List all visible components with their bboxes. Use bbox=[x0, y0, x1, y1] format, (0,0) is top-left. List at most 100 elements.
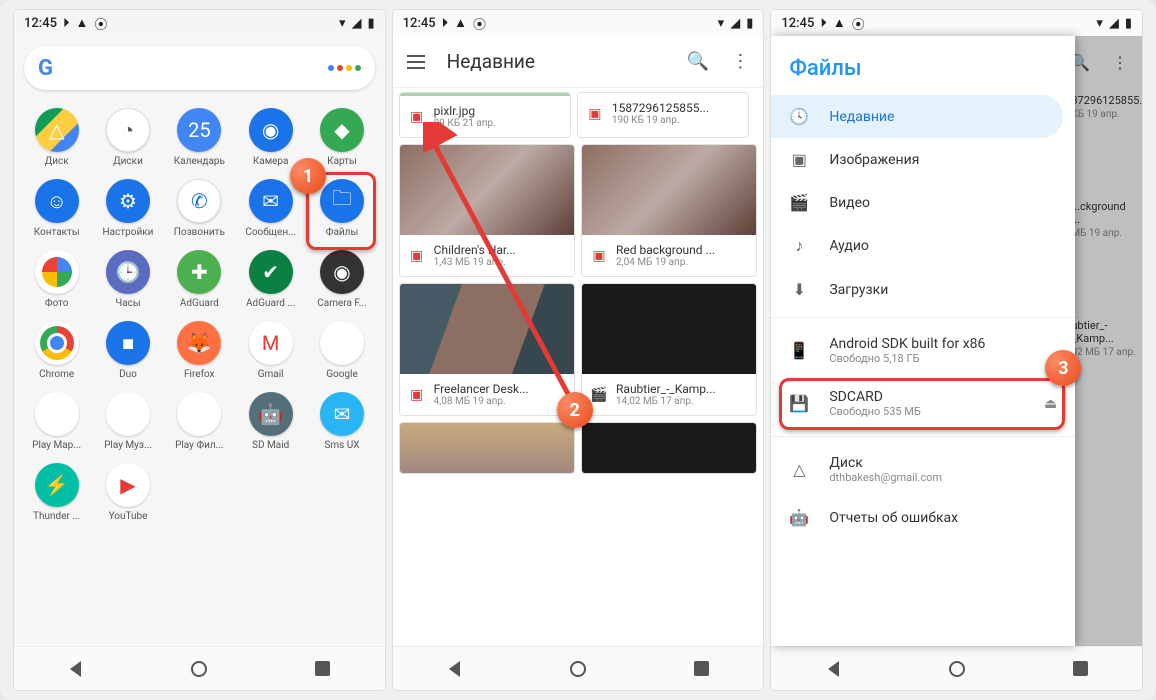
phone-files-drawer: 12:45 ⏵ ▲ ⦿ ▾ ◢ ▮ 🔍 ⋮ 37296125855...КБ 1… bbox=[771, 10, 1142, 690]
drawer-item-internal-storage[interactable]: 📱 Android SDK built for x86Свободно 5,18… bbox=[771, 324, 1075, 377]
drawer-item-recent[interactable]: 🕓 Недавние bbox=[771, 95, 1063, 138]
app-icon: ▶ bbox=[35, 392, 79, 436]
drawer-item-audio[interactable]: ♪ Аудио bbox=[771, 224, 1075, 268]
file-info: 2,04 МБ 19 апр. bbox=[616, 257, 748, 268]
app-icon: ♪ bbox=[106, 392, 150, 436]
battery-icon: ▮ bbox=[1125, 16, 1132, 31]
app-camera-f-[interactable]: ◉Camera F... bbox=[309, 250, 374, 309]
status-time: 12:45 bbox=[781, 16, 814, 31]
nav-bar bbox=[771, 646, 1142, 690]
drawer-item-drive[interactable]: △ Дискdthbakesh@gmail.com bbox=[771, 443, 1075, 496]
callout-number-2: 2 bbox=[557, 392, 593, 428]
file-card[interactable]: ▣ Children's Har...1,43 МБ 19 апр. bbox=[399, 144, 575, 277]
app-icon: ◆ bbox=[320, 108, 364, 152]
app-icon: ✉ bbox=[249, 179, 293, 223]
app-label: Камера bbox=[253, 156, 289, 167]
nav-recent-button[interactable] bbox=[1071, 660, 1089, 678]
drawer-item-bugreports[interactable]: 🤖 Отчеты об ошибках bbox=[771, 496, 1075, 539]
search-icon[interactable]: 🔍 bbox=[687, 51, 709, 72]
app-chrome[interactable]: Chrome bbox=[24, 321, 89, 380]
app-icon: ⚡ bbox=[35, 463, 79, 507]
app-карты[interactable]: ◆Карты bbox=[309, 108, 374, 167]
app-sd-maid[interactable]: 🤖SD Maid bbox=[238, 392, 303, 451]
app-play-фил-[interactable]: ▶Play Фил... bbox=[167, 392, 232, 451]
app-контакты[interactable]: ☺Контакты bbox=[24, 179, 89, 238]
nav-bar bbox=[393, 646, 764, 690]
status-power-icon: ⦿ bbox=[473, 14, 486, 33]
app-диски[interactable]: ◔Диски bbox=[95, 108, 160, 167]
nav-home-button[interactable] bbox=[948, 660, 966, 678]
audio-icon: ♪ bbox=[789, 236, 809, 256]
app-label: YouTube bbox=[109, 511, 148, 522]
callout-number-1: 1 bbox=[290, 158, 326, 194]
app-label: AdGuard bbox=[180, 298, 219, 309]
status-warn-icon: ▲ bbox=[75, 15, 88, 31]
app-label: Firefox bbox=[184, 369, 215, 380]
file-card[interactable] bbox=[399, 422, 575, 474]
app-icon: ◔ bbox=[106, 108, 150, 152]
app-icon bbox=[35, 250, 79, 294]
image-type-icon: ▣ bbox=[586, 105, 604, 123]
app-label: Google bbox=[326, 369, 358, 380]
file-card[interactable]: 🎬 Raubtier_-_Kamp...14,02 МБ 17 апр. bbox=[581, 283, 757, 416]
nav-recent-button[interactable] bbox=[314, 660, 332, 678]
drawer-item-video[interactable]: 🎬 Видео bbox=[771, 181, 1075, 224]
app-label: Сообщен... bbox=[245, 227, 296, 238]
thumbnail bbox=[582, 284, 756, 374]
app-позвонить[interactable]: ✆Позвонить bbox=[167, 179, 232, 238]
status-time: 12:45 bbox=[24, 16, 57, 31]
app-камера[interactable]: ◉Камера bbox=[238, 108, 303, 167]
image-icon: ▣ bbox=[789, 150, 809, 169]
app-часы[interactable]: 🕒Часы bbox=[95, 250, 160, 309]
drawer-label: Изображения bbox=[829, 152, 919, 168]
app-play-муз-[interactable]: ♪Play Муз... bbox=[95, 392, 160, 451]
more-icon[interactable]: ⋮ bbox=[731, 51, 749, 72]
app-фото[interactable]: Фото bbox=[24, 250, 89, 309]
nav-back-button[interactable] bbox=[824, 660, 842, 678]
app-thunder-[interactable]: ⚡Thunder ... bbox=[24, 463, 89, 522]
app-adguard-[interactable]: ✔AdGuard ... bbox=[238, 250, 303, 309]
google-search-bar[interactable]: G bbox=[24, 46, 375, 90]
app-google[interactable]: GGoogle bbox=[309, 321, 374, 380]
callout-box-3 bbox=[779, 378, 1065, 430]
hamburger-menu-button[interactable] bbox=[407, 55, 425, 69]
app-firefox[interactable]: 🦊 Firefox bbox=[167, 321, 232, 380]
app-label: Диск bbox=[45, 156, 69, 167]
file-name: 1587296125855... bbox=[612, 101, 740, 115]
app-duo[interactable]: ■Duo bbox=[95, 321, 160, 380]
file-card[interactable]: ▣ Red background ...2,04 МБ 19 апр. bbox=[581, 144, 757, 277]
app-play-мар-[interactable]: ▶Play Мар... bbox=[24, 392, 89, 451]
app-gmail[interactable]: MGmail bbox=[238, 321, 303, 380]
wifi-icon: ▾ bbox=[718, 16, 725, 31]
app-icon: 🦊 bbox=[177, 321, 221, 365]
file-card[interactable]: ▣ pixlr.jpg89 КБ 21 апр. bbox=[399, 92, 571, 138]
file-card[interactable]: ▣ 1587296125855...190 КБ 19 апр. bbox=[577, 92, 749, 138]
assistant-icon[interactable] bbox=[328, 65, 361, 71]
app-icon: 25 bbox=[177, 108, 221, 152]
app-настройки[interactable]: ⚙Настройки bbox=[95, 179, 160, 238]
drawer-item-downloads[interactable]: ⬇ Загрузки bbox=[771, 268, 1075, 311]
app-label: AdGuard ... bbox=[246, 298, 295, 309]
status-debug-icon: ⏵ bbox=[442, 16, 449, 31]
app-icon: 🕒 bbox=[106, 250, 150, 294]
file-card[interactable] bbox=[581, 422, 757, 474]
image-type-icon: ▣ bbox=[408, 247, 426, 265]
nav-home-button[interactable] bbox=[190, 660, 208, 678]
app-adguard[interactable]: ✚AdGuard bbox=[167, 250, 232, 309]
status-power-icon: ⦿ bbox=[852, 14, 865, 33]
drawer-item-images[interactable]: ▣ Изображения bbox=[771, 138, 1075, 181]
app-youtube[interactable]: ▶YouTube bbox=[95, 463, 160, 522]
drawer-label: Видео bbox=[829, 195, 870, 211]
nav-home-button[interactable] bbox=[569, 660, 587, 678]
file-card[interactable]: ▣ Freelancer Desk...4,08 МБ 19 апр. bbox=[399, 283, 575, 416]
nav-back-button[interactable] bbox=[67, 660, 85, 678]
battery-icon: ▮ bbox=[746, 16, 753, 31]
file-info: 4,08 МБ 19 апр. bbox=[434, 396, 566, 407]
app-sms-ux[interactable]: ✉Sms UX bbox=[309, 392, 374, 451]
nav-back-button[interactable] bbox=[445, 660, 463, 678]
nav-recent-button[interactable] bbox=[693, 660, 711, 678]
app-календарь[interactable]: 25Календарь bbox=[167, 108, 232, 167]
drawer-label: Отчеты об ошибках bbox=[829, 510, 958, 526]
app-диск[interactable]: △Диск bbox=[24, 108, 89, 167]
download-icon: ⬇ bbox=[789, 280, 809, 299]
